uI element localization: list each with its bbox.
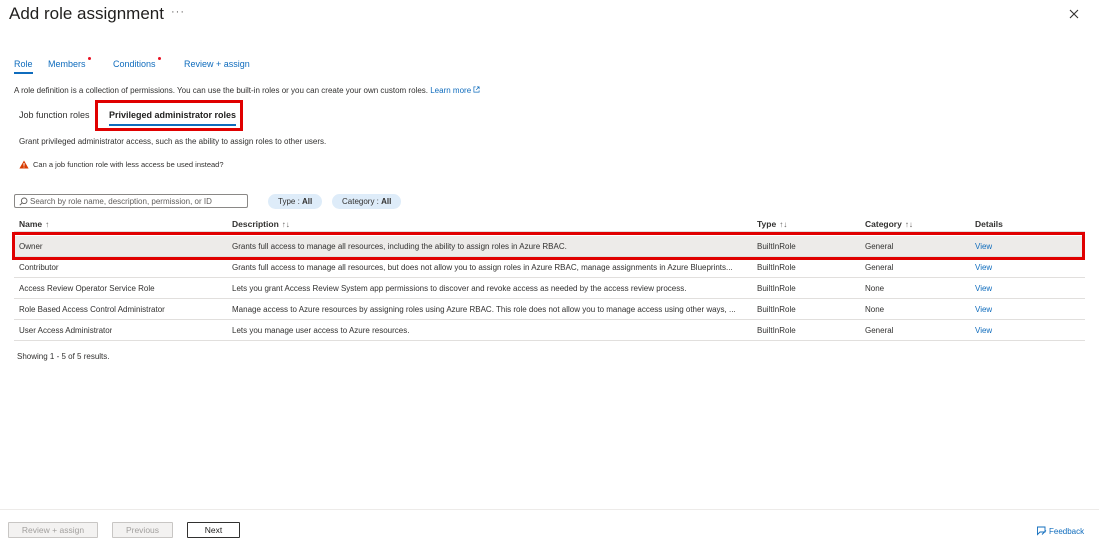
external-link-icon — [473, 86, 480, 93]
role-description: Lets you grant Access Review System app … — [232, 284, 687, 293]
role-name: Role Based Access Control Administrator — [19, 305, 165, 314]
tab-conditions-label: Conditions — [113, 59, 156, 69]
feedback-label: Feedback — [1049, 527, 1085, 536]
close-button[interactable] — [1066, 6, 1082, 22]
required-indicator — [87, 57, 91, 60]
tab-role[interactable]: Role — [14, 59, 33, 74]
role-category: General — [865, 326, 894, 335]
category-filter-label: Category : — [342, 197, 382, 206]
view-details-link[interactable]: View — [975, 263, 992, 272]
role-definition-description: A role definition is a collection of per… — [14, 86, 480, 95]
next-button[interactable]: Next — [187, 522, 240, 538]
highlight-box-privileged-tab — [95, 100, 243, 131]
column-type-label: Type — [757, 219, 777, 229]
tab-conditions[interactable]: Conditions — [113, 57, 161, 69]
column-category-label: Category — [865, 219, 902, 229]
learn-more-label: Learn more — [430, 86, 472, 95]
column-header-type[interactable]: Type ↑↓ — [757, 219, 787, 229]
tab-job-function-label: Job function roles — [19, 110, 90, 120]
page-title: Add role assignment — [9, 4, 164, 23]
role-category: General — [865, 263, 894, 272]
view-details-link[interactable]: View — [975, 284, 992, 293]
column-details-label: Details — [975, 219, 1003, 229]
column-header-description[interactable]: Description ↑↓ — [232, 219, 290, 229]
feedback-icon — [1037, 526, 1047, 536]
column-description-label: Description — [232, 219, 279, 229]
previous-button[interactable]: Previous — [112, 522, 173, 538]
column-header-category[interactable]: Category ↑↓ — [865, 219, 913, 229]
role-category: None — [865, 305, 885, 314]
more-options-button[interactable]: ··· — [171, 6, 185, 18]
tab-members[interactable]: Members — [48, 57, 91, 69]
type-filter-pill[interactable]: Type : All — [268, 194, 323, 209]
category-filter-pill[interactable]: Category : All — [332, 194, 402, 209]
role-description: Manage access to Azure resources by assi… — [232, 305, 736, 314]
role-type: BuiltInRole — [757, 305, 796, 314]
search-box[interactable] — [14, 194, 248, 208]
view-details-link[interactable]: View — [975, 305, 992, 314]
search-input[interactable] — [30, 195, 245, 207]
close-icon — [1069, 9, 1079, 19]
role-description: Lets you manage user access to Azure res… — [232, 326, 410, 335]
table-row[interactable]: Role Based Access Control Administrator … — [14, 299, 1085, 320]
warning-icon — [19, 160, 29, 169]
category-filter-value: All — [381, 197, 392, 206]
warning-text: Can a job function role with less access… — [33, 160, 224, 169]
review-assign-button[interactable]: Review + assign — [8, 522, 98, 538]
search-icon — [19, 197, 28, 206]
table-row[interactable]: User Access Administrator Lets you manag… — [14, 320, 1085, 341]
description-text: A role definition is a collection of per… — [14, 86, 428, 95]
view-details-link[interactable]: View — [975, 326, 992, 335]
type-filter-label: Type : — [278, 197, 303, 206]
table-row[interactable]: Contributor Grants full access to manage… — [14, 257, 1085, 278]
feedback-link[interactable]: Feedback — [1036, 525, 1084, 536]
role-name: Access Review Operator Service Role — [19, 284, 155, 293]
required-indicator — [157, 57, 161, 60]
sort-icon: ↑↓ — [904, 220, 913, 229]
table-row[interactable]: Access Review Operator Service Role Lets… — [14, 278, 1085, 299]
column-header-details: Details — [975, 219, 1003, 229]
results-count: Showing 1 - 5 of 5 results. — [17, 352, 110, 361]
sort-icon: ↑ — [45, 220, 50, 229]
role-type: BuiltInRole — [757, 263, 796, 272]
footer-divider — [0, 509, 1099, 510]
sort-icon: ↑↓ — [281, 220, 290, 229]
highlight-box-owner-row — [12, 232, 1085, 260]
warning-message: Can a job function role with less access… — [19, 160, 224, 169]
tab-review-assign-label: Review + assign — [184, 59, 250, 69]
role-name: User Access Administrator — [19, 326, 113, 335]
privileged-description: Grant privileged administrator access, s… — [19, 137, 327, 146]
sort-icon: ↑↓ — [779, 220, 788, 229]
tab-members-label: Members — [48, 59, 86, 69]
learn-more-link[interactable]: Learn more — [430, 86, 480, 95]
tab-review-assign[interactable]: Review + assign — [184, 59, 250, 69]
type-filter-value: All — [302, 197, 313, 206]
tab-role-label: Role — [14, 59, 33, 69]
tab-job-function-roles[interactable]: Job function roles — [19, 110, 90, 120]
column-name-label: Name — [19, 219, 43, 229]
role-type: BuiltInRole — [757, 284, 796, 293]
table-header: Name ↑ Description ↑↓ Type ↑↓ Category ↑↓ De… — [14, 216, 1085, 232]
column-header-name[interactable]: Name ↑ — [19, 219, 49, 229]
role-description: Grants full access to manage all resourc… — [232, 263, 733, 272]
role-type: BuiltInRole — [757, 326, 796, 335]
role-category: None — [865, 284, 885, 293]
role-name: Contributor — [19, 263, 59, 272]
